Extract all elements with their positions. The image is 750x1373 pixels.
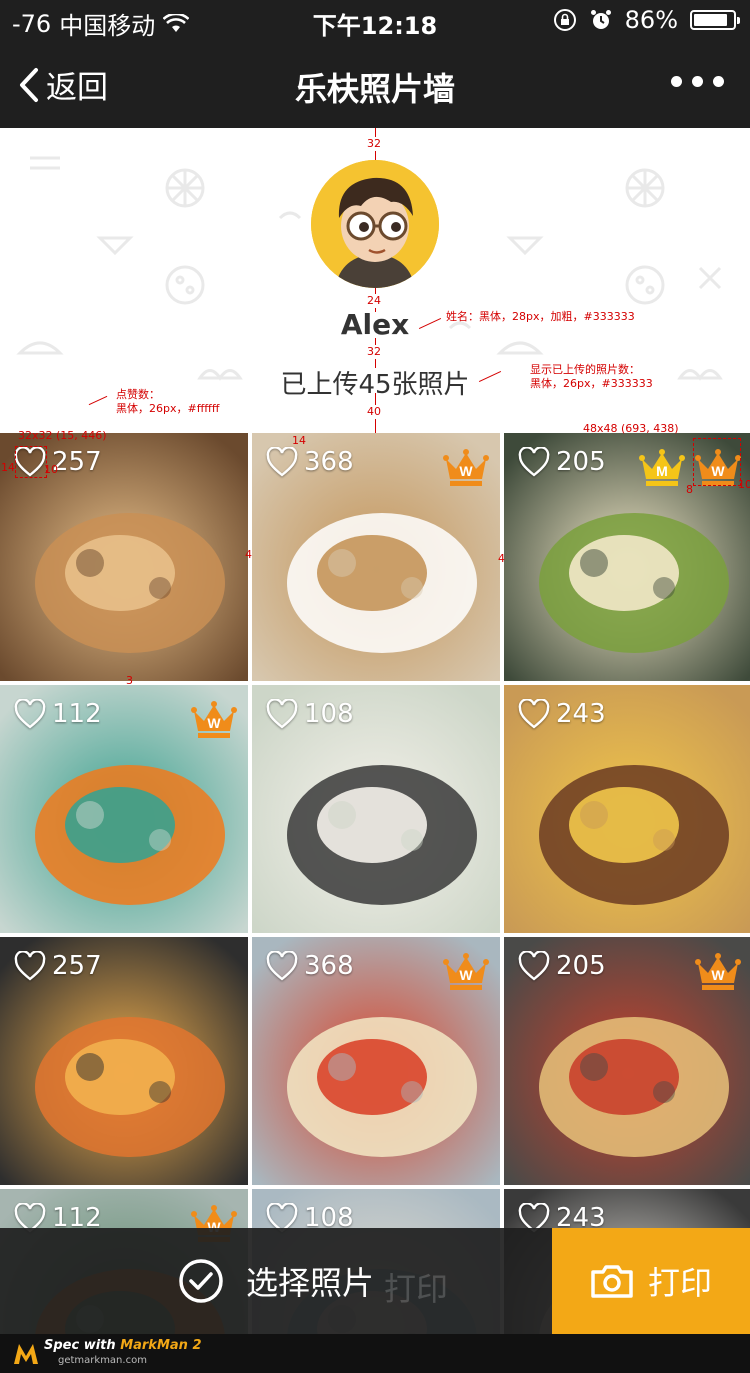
crown-w-icon: W xyxy=(442,443,490,491)
likes-counter[interactable]: 205 xyxy=(518,447,606,477)
heart-icon xyxy=(518,699,550,729)
spec-crown-size: 48x48 (693, 438) xyxy=(583,422,679,435)
spec-label: 14 xyxy=(1,461,15,474)
likes-count: 108 xyxy=(304,699,354,729)
markman-logo-icon xyxy=(14,1344,38,1364)
likes-counter[interactable]: 243 xyxy=(518,699,606,729)
spec-label: 4 xyxy=(245,548,252,561)
profile-header: Alex 已上传45张照片 32 24 32 40 姓名：黑体，28px，加粗，… xyxy=(0,128,750,433)
likes-counter[interactable]: 108 xyxy=(266,699,354,729)
select-photos-button[interactable]: 选择照片 打印 xyxy=(0,1228,552,1334)
heart-icon xyxy=(518,447,550,477)
likes-counter[interactable]: 368 xyxy=(266,951,354,981)
likes-count: 257 xyxy=(52,951,102,981)
page-title: 乐枎照片墙 xyxy=(294,70,455,108)
avatar-illustration xyxy=(311,160,439,288)
spec-label: 40 xyxy=(367,405,381,419)
spec-label: 10 xyxy=(44,463,58,476)
spec-note-count: 黑体，26px，#333333 xyxy=(530,377,653,390)
crown-w-icon: W xyxy=(694,947,742,995)
rotation-lock-icon xyxy=(553,9,576,31)
likes-count: 205 xyxy=(556,447,606,477)
heart-icon xyxy=(14,951,46,981)
spec-label: 24 xyxy=(367,294,381,308)
print-ghost-label: 打印 xyxy=(384,1270,449,1308)
spec-heart-box xyxy=(15,446,47,478)
print-label: 打印 xyxy=(647,1264,712,1302)
footer-brand-name: MarkMan 2 xyxy=(120,1338,202,1353)
markman-footer: Spec with MarkMan 2 getmarkman.com xyxy=(0,1334,750,1373)
heart-icon xyxy=(518,951,550,981)
photo-tile[interactable]: 205 W xyxy=(504,937,750,1185)
spec-note-name: 姓名：黑体，28px，加粗，#333333 xyxy=(446,310,635,323)
likes-counter[interactable]: 112 xyxy=(14,699,102,729)
spec-crown-box xyxy=(693,438,741,486)
battery-icon xyxy=(690,10,740,30)
nav-bar: 返回 乐枎照片墙 xyxy=(0,40,750,128)
photo-tile[interactable]: 368 W xyxy=(252,937,500,1185)
spec-note-count: 显示已上传的照片数： xyxy=(530,363,640,376)
user-name: Alex xyxy=(340,308,410,341)
photo-tile[interactable]: 112 W xyxy=(0,685,248,933)
likes-count: 112 xyxy=(52,699,102,729)
battery-percent: 86% xyxy=(624,6,678,34)
photo-tile[interactable]: 257 xyxy=(0,937,248,1185)
footer-site: getmarkman.com xyxy=(58,1355,147,1366)
heart-icon xyxy=(266,699,298,729)
check-circle-icon xyxy=(179,1259,223,1303)
spec-heart-size: 32x32 (15, 446) xyxy=(18,429,107,442)
footer-brand-prefix: Spec with xyxy=(44,1338,121,1353)
print-button[interactable]: 打印 xyxy=(552,1228,750,1334)
photo-tile[interactable]: 368 W xyxy=(252,433,500,681)
status-bar: -76 中国移动 下午12:18 86% xyxy=(0,0,750,40)
avatar[interactable] xyxy=(311,160,439,288)
heart-icon xyxy=(266,447,298,477)
spec-label: 10 xyxy=(738,478,750,491)
svg-text:W: W xyxy=(459,967,473,983)
heart-icon xyxy=(266,951,298,981)
heart-icon xyxy=(14,699,46,729)
likes-count: 257 xyxy=(52,447,102,477)
camera-icon xyxy=(591,1265,633,1298)
likes-counter[interactable]: 368 xyxy=(266,447,354,477)
likes-count: 243 xyxy=(556,699,606,729)
spec-label: 3 xyxy=(126,674,133,687)
spec-label: 32 xyxy=(367,345,381,359)
footer-brand: Spec with MarkMan 2 xyxy=(44,1338,202,1353)
svg-text:W: W xyxy=(459,463,473,479)
likes-count: 205 xyxy=(556,951,606,981)
likes-counter[interactable]: 257 xyxy=(14,951,102,981)
action-bar: 选择照片 打印 打印 xyxy=(0,1228,750,1334)
crown-w-icon: W xyxy=(190,695,238,743)
more-dots-icon[interactable] xyxy=(671,76,724,87)
spec-label: 32 xyxy=(367,137,381,151)
photo-tile[interactable]: 243 xyxy=(504,685,750,933)
spec-note-likes: 黑体，26px，#ffffff xyxy=(116,402,220,415)
select-photos-label: 选择照片 xyxy=(245,1264,374,1302)
spec-note-likes: 点赞数： xyxy=(116,388,160,401)
svg-text:W: W xyxy=(207,715,221,731)
likes-count: 368 xyxy=(304,951,354,981)
spec-label: 4 xyxy=(498,552,505,565)
likes-count: 368 xyxy=(304,447,354,477)
likes-counter[interactable]: 205 xyxy=(518,951,606,981)
crown-m-icon: M xyxy=(638,443,686,491)
svg-text:W: W xyxy=(711,967,725,983)
crown-w-icon: W xyxy=(442,947,490,995)
spec-label: 14 xyxy=(292,434,306,447)
alarm-icon xyxy=(590,10,611,29)
spec-label: 8 xyxy=(686,483,693,496)
photo-tile[interactable]: 108 xyxy=(252,685,500,933)
svg-text:M: M xyxy=(656,463,668,479)
